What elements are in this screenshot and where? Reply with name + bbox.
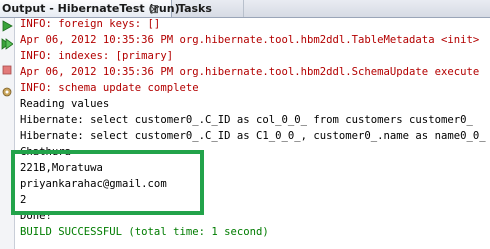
output-line: INFO: schema update complete xyxy=(20,82,199,94)
rerun-icon[interactable] xyxy=(1,20,13,32)
highlight-box xyxy=(11,150,204,215)
output-line: Reading values xyxy=(20,98,110,110)
tab-output[interactable]: Output - HibernateTest (run) ⊠ xyxy=(0,0,180,18)
output-line: Hibernate: select customer0_.C_ID as C1_… xyxy=(20,130,486,142)
output-line: Apr 06, 2012 10:35:36 PM org.hibernate.t… xyxy=(20,66,480,78)
rerun-with-options-icon[interactable] xyxy=(1,38,13,50)
tab-bar: Output - HibernateTest (run) ⊠ Tasks xyxy=(0,0,490,18)
output-window: Output - HibernateTest (run) ⊠ Tasks INF… xyxy=(0,0,490,249)
tab-tasks[interactable]: Tasks xyxy=(174,0,244,17)
output-line: INFO: foreign keys: [] xyxy=(20,18,161,30)
close-tab-icon[interactable]: ⊠ xyxy=(149,1,159,18)
stop-icon[interactable] xyxy=(1,64,13,76)
output-line: Hibernate: select customer0_.C_ID as col… xyxy=(20,114,473,126)
output-line: Apr 06, 2012 10:35:36 PM org.hibernate.t… xyxy=(20,34,480,46)
output-line: BUILD SUCCESSFUL (total time: 1 second) xyxy=(20,226,269,238)
tab-tasks-label: Tasks xyxy=(178,2,212,15)
output-line: INFO: indexes: [primary] xyxy=(20,50,174,62)
settings-icon[interactable] xyxy=(1,86,13,98)
